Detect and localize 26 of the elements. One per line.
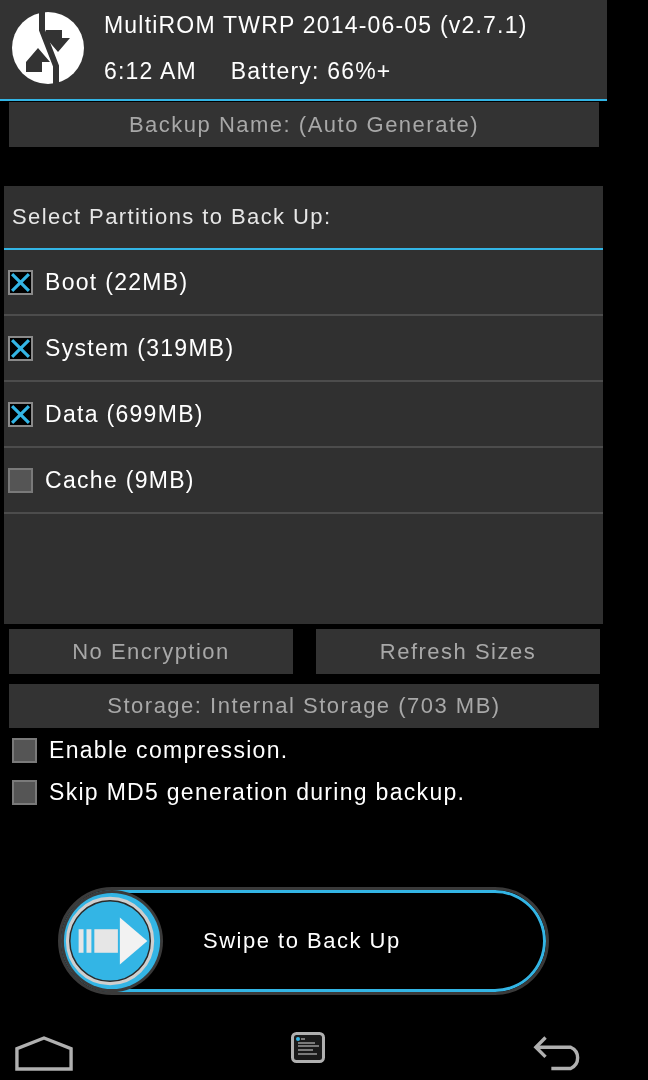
logo-icon	[12, 12, 84, 84]
partition-checkbox[interactable]	[8, 401, 33, 427]
option-checkbox[interactable]	[12, 780, 37, 805]
partition-label[interactable]: Data (699MB)	[45, 400, 204, 428]
home-icon[interactable]	[15, 1036, 73, 1071]
document-icon[interactable]	[291, 1032, 325, 1063]
partition-label[interactable]: Cache (9MB)	[45, 466, 195, 494]
partition-checkbox[interactable]	[8, 335, 33, 361]
partitions-heading: Select Partitions to Back Up:	[12, 204, 332, 230]
option-label[interactable]: Skip MD5 generation during backup.	[49, 779, 466, 806]
refresh-sizes-button[interactable]: Refresh Sizes	[316, 629, 600, 674]
swipe-label: Swipe to Back Up	[203, 928, 401, 954]
storage-button[interactable]: Storage: Internal Storage (703 MB)	[9, 684, 599, 728]
option-label[interactable]: Enable compression.	[49, 737, 289, 764]
clock-time: 6:12 AM	[104, 57, 197, 85]
partition-label[interactable]: Boot (22MB)	[45, 268, 189, 296]
partition-checkbox[interactable]	[8, 269, 33, 295]
encryption-button[interactable]: No Encryption	[9, 629, 293, 674]
battery-status: Battery: 66%+	[230, 57, 392, 85]
slider-handle[interactable]	[59, 888, 165, 994]
swipe-track[interactable]: Swipe to Back Up	[58, 887, 549, 995]
partition-checkbox[interactable]	[8, 467, 33, 493]
backup-name-button[interactable]: Backup Name: (Auto Generate)	[9, 102, 599, 147]
app-title: MultiROM TWRP 2014-06-05 (v2.7.1)	[104, 11, 528, 39]
partition-label[interactable]: System (319MB)	[45, 334, 235, 362]
option-checkbox[interactable]	[12, 738, 37, 763]
